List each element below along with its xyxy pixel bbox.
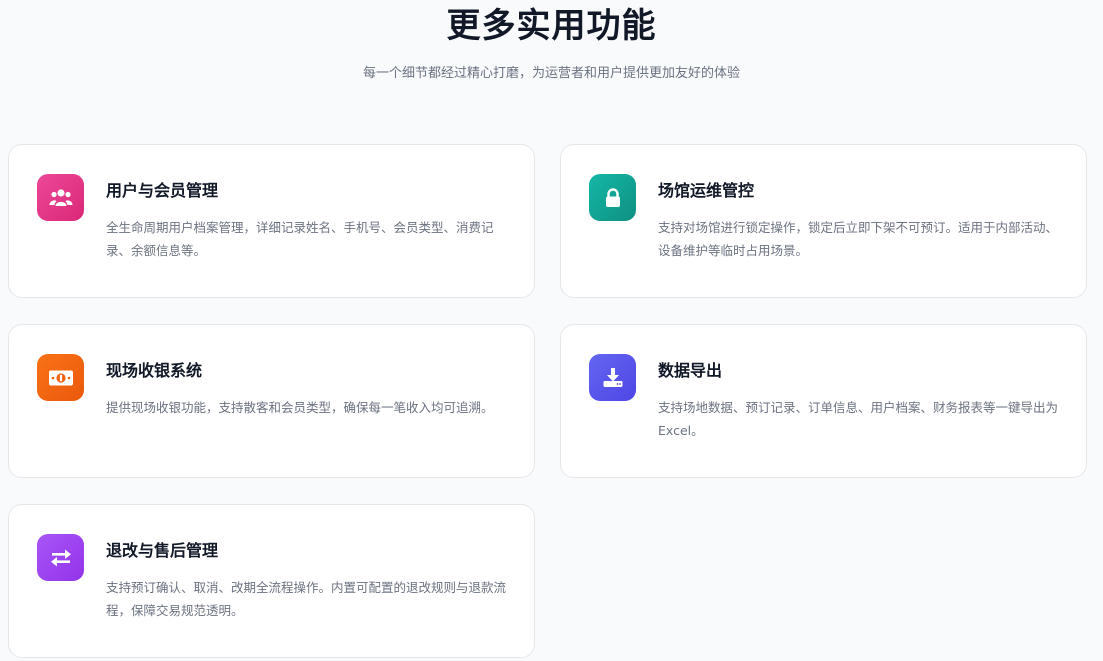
cash-icon — [37, 354, 84, 401]
feature-title: 用户与会员管理 — [106, 181, 219, 200]
feature-card-data-export: 数据导出 支持场地数据、预订记录、订单信息、用户档案、财务报表等一键导出为 Ex… — [560, 324, 1087, 478]
page: 更多实用功能 每一个细节都经过精心打磨，为运营者和用户提供更加友好的体验 用户与… — [0, 0, 1103, 661]
feature-description: 支持场地数据、预订记录、订单信息、用户档案、财务报表等一键导出为 Excel。 — [658, 400, 1059, 438]
feature-title: 退改与售后管理 — [106, 541, 219, 560]
feature-description: 提供现场收银功能，支持散客和会员类型，确保每一笔收入均可追溯。 — [106, 400, 494, 415]
feature-description: 全生命周期用户档案管理，详细记录姓名、手机号、会员类型、消费记录、余额信息等。 — [106, 220, 494, 258]
feature-card-refund-aftersales: 退改与售后管理 支持预订确认、取消、改期全流程操作。内置可配置的退改规则与退款流… — [8, 504, 535, 658]
feature-title: 场馆运维管控 — [658, 181, 755, 200]
page-title: 更多实用功能 — [446, 6, 657, 46]
feature-title: 数据导出 — [658, 361, 723, 380]
feature-description: 支持预订确认、取消、改期全流程操作。内置可配置的退改规则与退款流程，保障交易规范… — [106, 580, 507, 618]
page-subtitle: 每一个细节都经过精心打磨，为运营者和用户提供更加友好的体验 — [362, 66, 740, 81]
lock-icon — [589, 174, 636, 221]
download-icon — [589, 354, 636, 401]
feature-card-user-member: 用户与会员管理 全生命周期用户档案管理，详细记录姓名、手机号、会员类型、消费记录… — [8, 144, 535, 298]
users-icon — [37, 174, 84, 221]
feature-card-venue-ops: 场馆运维管控 支持对场馆进行锁定操作，锁定后立即下架不可预订。适用于内部活动、设… — [560, 144, 1087, 298]
feature-title: 现场收银系统 — [106, 361, 203, 380]
feature-card-onsite-cashier: 现场收银系统 提供现场收银功能，支持散客和会员类型，确保每一笔收入均可追溯。 — [8, 324, 535, 478]
feature-description: 支持对场馆进行锁定操作，锁定后立即下架不可预订。适用于内部活动、设备维护等临时占… — [658, 220, 1059, 258]
exchange-icon — [37, 534, 84, 581]
